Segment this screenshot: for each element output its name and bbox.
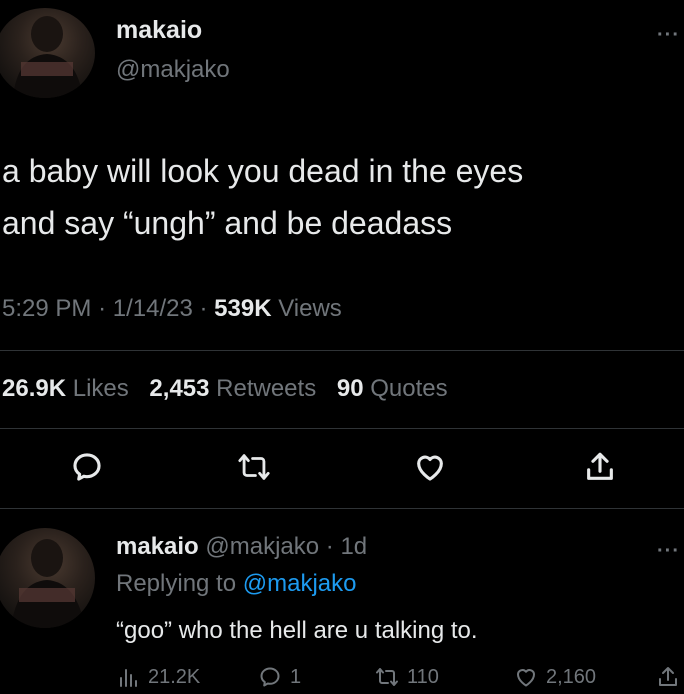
reply-replies-count: 1 [290,665,302,688]
analytics-icon [120,669,137,687]
engagement-stats: 26.9K Likes 2,453 Retweets 90 Quotes [2,375,448,403]
divider [0,508,684,509]
author-avatar[interactable] [0,8,95,98]
retweets-stat[interactable]: 2,453 Retweets [149,375,316,402]
retweet-icon [376,668,398,686]
share-button[interactable] [578,445,622,489]
reply-reply-button[interactable]: 1 [258,665,301,689]
reply-more-options-button[interactable]: ··· [657,540,680,563]
retweets-label: Retweets [216,375,317,402]
reply-likes-count: 2,160 [546,665,597,688]
quotes-label: Quotes [370,375,448,402]
reply-author-handle[interactable]: @makjako [205,533,319,560]
retweet-icon [238,454,270,480]
avatar-image [13,16,83,98]
replying-to: Replying to @makjako [116,570,356,598]
share-icon [587,452,613,480]
reply-retweet-button[interactable]: 110 [375,665,439,689]
reply-like-button[interactable]: 2,160 [514,665,596,689]
like-icon [417,455,443,481]
quotes-stat[interactable]: 90 Quotes [337,375,448,402]
meta-separator: · [98,295,107,322]
tweet-text-line: a baby will look you dead in the eyes [2,153,524,189]
likes-stat[interactable]: 26.9K Likes [2,375,129,402]
retweets-count: 2,453 [149,375,210,402]
tweet-text-line: and say “ungh” and be deadass [2,205,453,241]
tweet-time[interactable]: 5:29 PM [2,295,91,322]
meta-separator: · [199,295,208,322]
retweet-button[interactable] [232,445,276,489]
replying-to-link[interactable]: @makjako [243,570,357,597]
reply-author-name[interactable]: makaio [116,533,199,560]
likes-count: 26.9K [2,375,67,402]
replying-to-label: Replying to [116,570,237,597]
divider [0,350,684,351]
avatar-image [11,539,85,628]
reply-views-button[interactable]: 21.2K [116,665,200,689]
meta-separator: · [319,533,341,560]
reply-retweets-count: 110 [407,665,439,688]
likes-label: Likes [72,375,129,402]
reply-age[interactable]: 1d [340,533,367,560]
views-count: 539K [214,295,272,322]
reply-icon [260,667,280,687]
reply-share-button[interactable] [656,665,684,689]
share-icon [659,667,677,686]
reply-button[interactable] [65,445,109,489]
reply-text: “goo” who the hell are u talking to. [116,617,478,644]
more-options-button[interactable]: ··· [657,24,680,47]
reply-author-avatar[interactable] [0,528,95,628]
tweet-text: a baby will look you dead in the eyes an… [2,145,672,249]
like-button[interactable] [408,445,452,489]
author-handle[interactable]: @makjako [116,56,230,84]
reply-header: makaio @makjako · 1d [116,533,367,561]
divider [0,428,684,429]
tweet-meta: 5:29 PM · 1/14/23 · 539K Views [2,295,342,323]
like-icon [517,669,535,687]
reply-icon [73,453,101,481]
author-name[interactable]: makaio [116,16,202,45]
quotes-count: 90 [336,375,364,402]
tweet-date[interactable]: 1/14/23 [113,295,193,322]
views-label: Views [278,295,342,322]
reply-views-count: 21.2K [148,665,201,688]
